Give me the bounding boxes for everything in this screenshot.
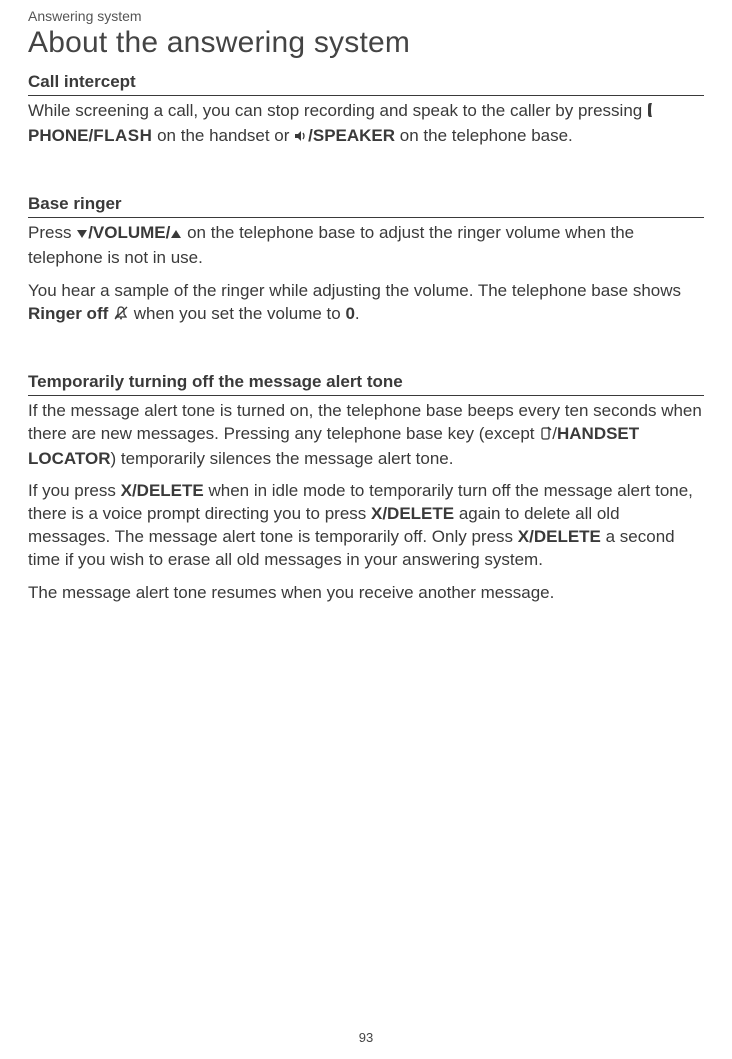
phone-handset-icon [647,102,659,125]
para-alert-3: The message alert tone resumes when you … [28,582,704,605]
bell-off-icon [113,305,129,328]
phone-flash-label: PHONE/FLASH [28,126,152,145]
x-delete-label: X/DELETE [518,527,601,546]
page-number: 93 [0,1030,732,1045]
triangle-down-icon [76,224,88,247]
text: Press [28,223,76,242]
para-alert-2: If you press X/DELETE when in idle mode … [28,480,704,572]
text: . [355,304,360,323]
text: While screening a call, you can stop rec… [28,101,647,120]
breadcrumb: Answering system [28,8,704,24]
heading-alert-tone: Temporarily turning off the message aler… [28,372,704,396]
text: If you press [28,481,121,500]
speaker-label: /SPEAKER [308,126,395,145]
text: on the telephone base. [400,126,573,145]
x-delete-label: X/DELETE [371,504,454,523]
para-alert-1: If the message alert tone is turned on, … [28,400,704,471]
para-base-ringer-1: Press /VOLUME/ on the telephone base to … [28,222,704,270]
ringer-off-label: Ringer off [28,304,108,323]
speaker-icon [294,127,308,150]
text: ) temporarily silences the message alert… [110,449,453,468]
triangle-up-icon [170,224,182,247]
volume-label: /VOLUME/ [88,223,170,242]
text: You hear a sample of the ringer while ad… [28,281,681,300]
para-base-ringer-2: You hear a sample of the ringer while ad… [28,280,704,328]
heading-call-intercept: Call intercept [28,72,704,96]
page-title: About the answering system [28,26,704,60]
zero-label: 0 [345,304,354,323]
text: on the handset or [157,126,294,145]
locator-icon [539,425,552,448]
text: when you set the volume to [134,304,346,323]
heading-base-ringer: Base ringer [28,194,704,218]
x-delete-label: X/DELETE [121,481,204,500]
para-call-intercept: While screening a call, you can stop rec… [28,100,704,150]
